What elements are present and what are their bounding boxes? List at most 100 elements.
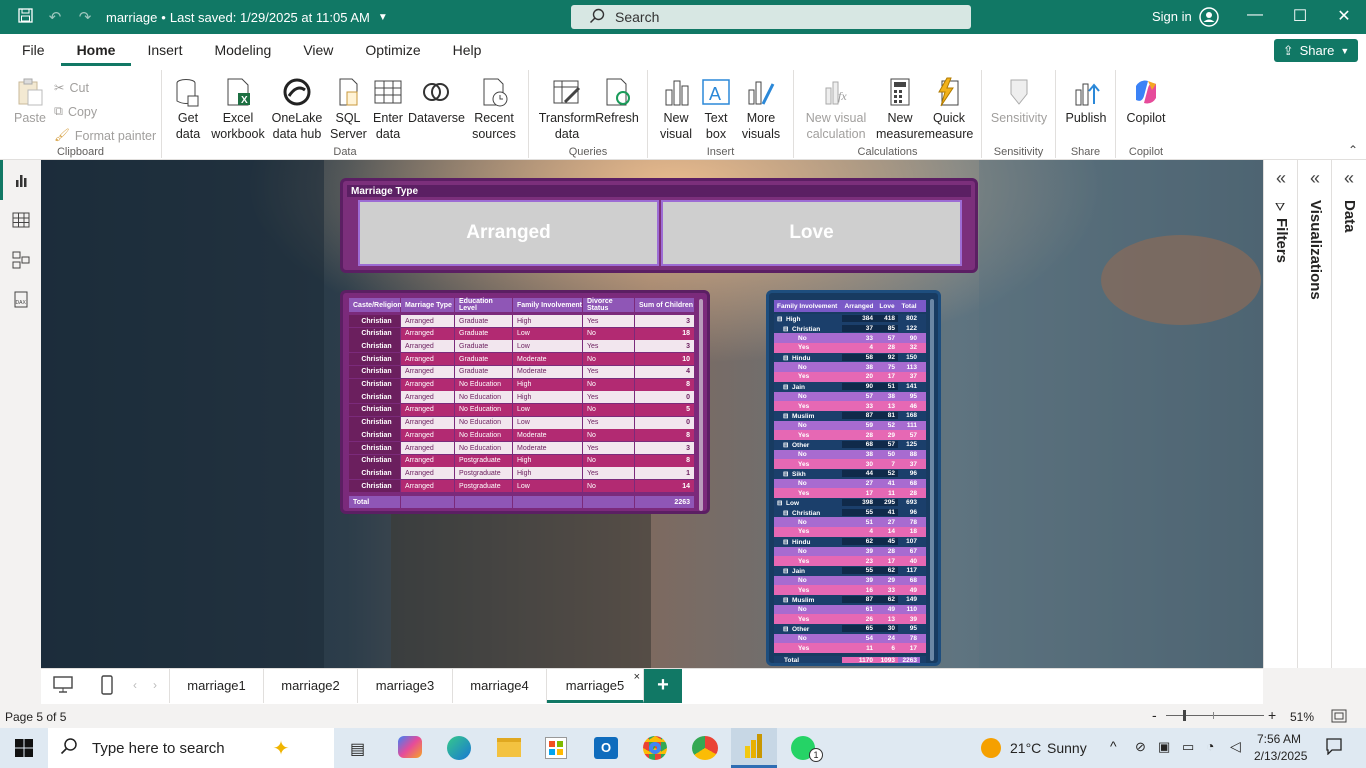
marriage-type-slicer[interactable]: Marriage Type Arranged Love (340, 178, 978, 273)
weather-desc[interactable]: Sunny (1047, 740, 1087, 756)
clock-date[interactable]: 2/13/2025 (1254, 749, 1307, 763)
matrix-row[interactable]: No 57 38 95 (774, 391, 926, 402)
text-box-button[interactable]: A Text box (698, 76, 734, 142)
table-row[interactable]: Christian Arranged No Education Moderate No 8 (349, 429, 695, 442)
matrix-scrollbar[interactable] (930, 299, 934, 661)
close-icon[interactable]: ✕ (1332, 6, 1356, 26)
recent-sources-button[interactable]: Recent sources (464, 76, 524, 142)
new-visual-button[interactable]: New visual (656, 76, 696, 142)
table-scrollbar[interactable] (699, 299, 703, 511)
table-row[interactable]: Christian Arranged Postgraduate Low No 14 (349, 480, 695, 493)
collapse-icon[interactable]: ⊟ (783, 470, 790, 478)
column-header[interactable]: Sum of Children (635, 298, 695, 312)
refresh-button[interactable]: Refresh (595, 76, 639, 126)
column-header[interactable]: Caste/Religion (349, 298, 402, 312)
menu-file[interactable]: File (6, 34, 61, 66)
table-row[interactable]: Christian Arranged Postgraduate High Yes 1 (349, 467, 695, 480)
table-row[interactable]: Christian Arranged Graduate Low Yes 3 (349, 340, 695, 353)
collapse-icon[interactable]: ⊟ (777, 315, 784, 323)
column-header[interactable]: Divorce Status (583, 298, 635, 312)
table-row[interactable]: Christian Arranged Postgraduate High No 8 (349, 454, 695, 467)
matrix-row[interactable]: ⊟ Christian 55 41 96 (774, 507, 926, 518)
matrix-row[interactable]: No 38 75 113 (774, 362, 926, 373)
collapse-icon[interactable]: ⊟ (777, 499, 784, 507)
account-icon[interactable] (1199, 7, 1219, 30)
collapse-icon[interactable]: ⊟ (783, 325, 790, 333)
volume-icon[interactable]: ◁ (1230, 738, 1241, 755)
matrix-row[interactable]: Yes 16 33 49 (774, 585, 926, 595)
collapse-icon[interactable]: ⊟ (783, 596, 790, 604)
enter-data-button[interactable]: Enter data (370, 76, 406, 142)
cut-button[interactable]: ✂ Cut (54, 80, 89, 96)
matrix-row[interactable]: ⊟ Muslim 87 62 149 (774, 594, 926, 605)
children-detail-table[interactable]: Caste/Religion Marriage Type Education Lev… (340, 290, 710, 514)
close-tab-icon[interactable]: × (634, 660, 640, 694)
weather-temp[interactable]: 21°C (1010, 740, 1041, 756)
table-row[interactable]: Christian Arranged No Education Low No 5 (349, 403, 695, 416)
matrix-row[interactable]: No 59 52 111 (774, 420, 926, 431)
zoom-out-icon[interactable]: - (1152, 707, 1157, 723)
zoom-in-icon[interactable]: + (1268, 707, 1276, 723)
add-page-button[interactable]: + (644, 669, 682, 703)
publish-button[interactable]: Publish (1064, 76, 1108, 126)
collapse-icon[interactable]: ⊟ (783, 509, 790, 517)
family-involvement-matrix[interactable]: Family Involvement Arranged Love Total ⊟ High… (766, 290, 941, 666)
column-header[interactable]: Marriage Type (401, 298, 455, 312)
clock-time[interactable]: 7:56 AM (1257, 732, 1301, 746)
menu-optimize[interactable]: Optimize (349, 34, 436, 66)
column-header[interactable]: Family Involvement (513, 298, 583, 312)
menu-insert[interactable]: Insert (131, 34, 198, 66)
quick-measure-button[interactable]: Quick measure (924, 76, 974, 142)
matrix-row[interactable]: Yes 20 17 37 (774, 372, 926, 382)
model-view-icon[interactable] (0, 240, 41, 280)
network-icon[interactable]: ▣ (1158, 739, 1170, 755)
matrix-row[interactable]: No 54 24 78 (774, 633, 926, 644)
collapse-icon[interactable]: ⊟ (783, 625, 790, 633)
table-view-icon[interactable] (0, 200, 41, 240)
chrome-icon[interactable] (643, 736, 667, 760)
page-tab-marriage3[interactable]: marriage3 (358, 669, 453, 703)
matrix-row[interactable]: Yes 23 17 40 (774, 556, 926, 566)
table-row[interactable]: Christian Arranged No Education High No 8 (349, 378, 695, 391)
share-button[interactable]: ⇪ Share ▼ (1274, 39, 1358, 62)
dax-query-view-icon[interactable]: DAX (0, 280, 41, 320)
matrix-row[interactable]: No 39 29 68 (774, 575, 926, 586)
matrix-row[interactable]: Yes 26 13 39 (774, 614, 926, 624)
maximize-icon[interactable]: ☐ (1288, 6, 1312, 26)
new-visual-calculation-button[interactable]: fx New visual calculation (800, 76, 872, 142)
weather-sun-icon[interactable] (981, 738, 1001, 758)
windows-start-icon[interactable] (15, 739, 33, 760)
chevron-down-icon[interactable]: ▼ (378, 12, 388, 23)
zoom-slider-thumb[interactable] (1183, 710, 1186, 721)
matrix-row[interactable]: ⊟ Sikh 44 52 96 (774, 469, 926, 479)
menu-view[interactable]: View (287, 34, 349, 66)
page-tab-marriage1[interactable]: marriage1 (169, 669, 264, 703)
report-view-icon[interactable] (0, 160, 41, 200)
search-input[interactable]: Search (571, 5, 971, 29)
expand-data-icon[interactable]: « (1332, 168, 1366, 189)
collapse-icon[interactable]: ⊟ (783, 538, 790, 546)
store-icon[interactable] (545, 737, 567, 759)
dataverse-button[interactable]: Dataverse (408, 76, 465, 126)
desktop-layout-icon[interactable] (53, 676, 73, 697)
matrix-row[interactable]: Yes 4 14 18 (774, 527, 926, 537)
copilot-button[interactable]: Copilot (1124, 76, 1168, 126)
matrix-row[interactable]: No 51 27 78 (774, 517, 926, 528)
table-row[interactable]: Christian Arranged Graduate Moderate Yes 4 (349, 365, 695, 378)
data-pane[interactable]: « Data (1332, 160, 1366, 668)
chrome-profile-icon[interactable] (692, 736, 718, 760)
table-row[interactable]: Christian Arranged No Education High Yes 0 (349, 391, 695, 404)
mobile-layout-icon[interactable] (101, 675, 113, 698)
matrix-row[interactable]: ⊟ Muslim 87 81 168 (774, 410, 926, 421)
transform-data-button[interactable]: Transform data (537, 76, 597, 142)
matrix-row[interactable]: No 38 50 88 (774, 449, 926, 460)
matrix-row[interactable]: Yes 33 13 46 (774, 401, 926, 411)
table-row[interactable]: Christian Arranged Graduate Moderate No 10 (349, 353, 695, 366)
menu-help[interactable]: Help (437, 34, 498, 66)
collapse-icon[interactable]: ⊟ (783, 441, 790, 449)
matrix-row[interactable]: ⊟ Other 68 57 125 (774, 439, 926, 450)
meet-now-icon[interactable]: ⊘ (1135, 739, 1146, 755)
get-data-button[interactable]: Get data (168, 76, 208, 142)
page-tab-marriage2[interactable]: marriage2 (264, 669, 358, 703)
matrix-row[interactable]: ⊟ High 384 418 802 (774, 314, 926, 324)
